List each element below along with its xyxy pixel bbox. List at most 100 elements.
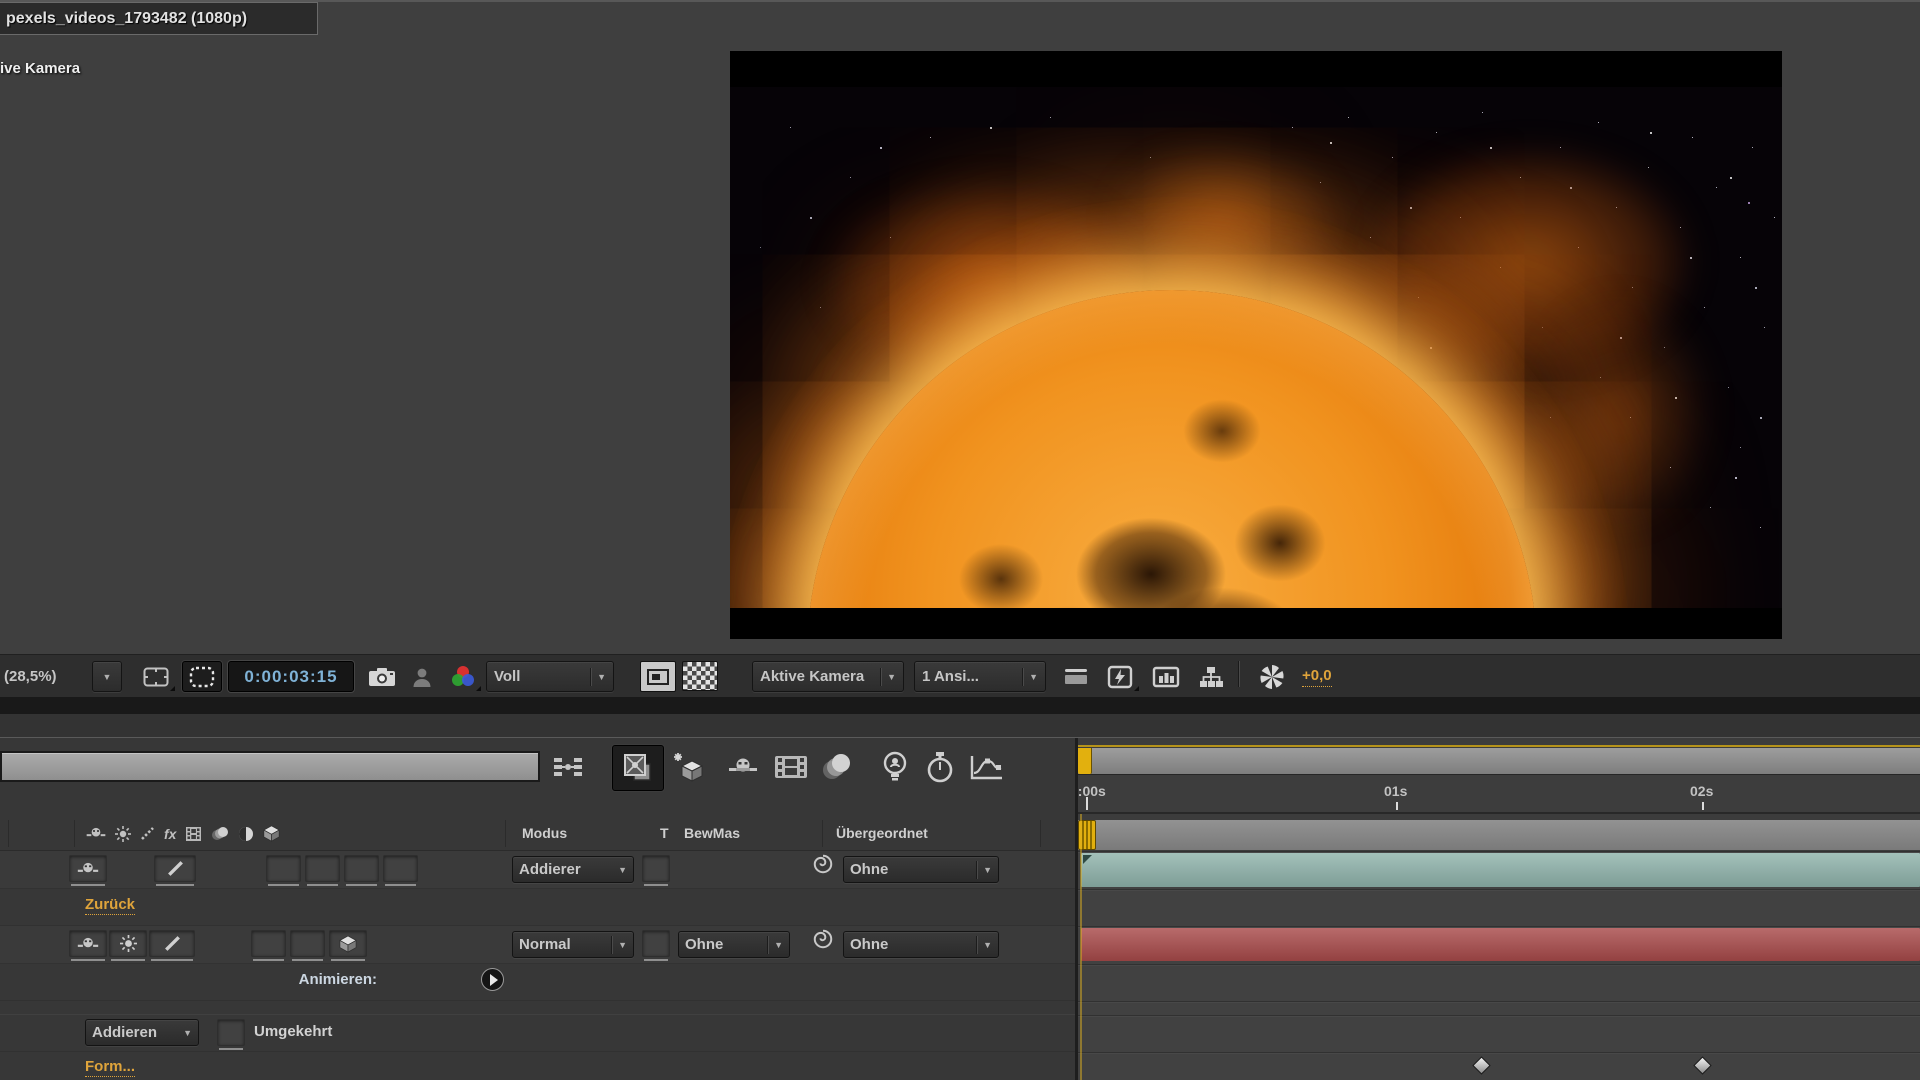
ruler-tickmark	[1086, 797, 1088, 810]
quality-switch[interactable]	[150, 931, 194, 956]
shy-switch[interactable]	[70, 931, 106, 956]
dropdown-separator	[880, 668, 881, 686]
composition-tab-title: pexels_videos_1793482 (1080p)	[6, 10, 247, 28]
mask-row[interactable]: Addieren ▼ Umgekehrt	[0, 1015, 1075, 1052]
shy-guy-icon	[77, 861, 99, 877]
live-update-button[interactable]	[612, 745, 664, 791]
parent-dropdown[interactable]: Ohne ▼	[843, 856, 999, 883]
chevron-down-icon: ▼	[597, 672, 606, 682]
chevron-down-icon: ▼	[183, 1028, 192, 1038]
mask-path-row[interactable]: Form...	[0, 1052, 1075, 1080]
frame-blend-switch[interactable]	[252, 931, 285, 956]
motion-blur-button[interactable]	[816, 747, 858, 787]
keyframe-diamond[interactable]	[1473, 1056, 1491, 1074]
timeline-search-field[interactable]	[0, 751, 540, 782]
adjust-exposure-button[interactable]	[1250, 661, 1294, 692]
motion-blur-switch[interactable]	[291, 931, 324, 956]
marquee-icon	[189, 666, 215, 688]
motion-blur-switch[interactable]	[345, 856, 378, 881]
layer-duration-bar-teal[interactable]	[1081, 853, 1920, 887]
3d-switch[interactable]	[384, 856, 417, 881]
brainstorm-button[interactable]	[874, 747, 916, 787]
safe-margins-button[interactable]	[136, 661, 176, 692]
mask-invert-checkbox[interactable]	[218, 1020, 244, 1045]
quality-icon	[167, 860, 184, 877]
parent-pickwhip[interactable]	[812, 928, 834, 955]
comp-flowchart-button[interactable]	[1192, 661, 1230, 692]
layer-duration-bar-red[interactable]	[1081, 928, 1920, 961]
pickwhip-icon	[812, 853, 834, 875]
animate-label: Animieren:	[299, 971, 377, 988]
comp-mini-flowchart-button[interactable]	[548, 747, 588, 787]
composition-viewport[interactable]	[730, 51, 1782, 639]
text-animator-row[interactable]: Animieren:	[0, 964, 1075, 1001]
lightbulb-icon	[880, 751, 910, 783]
blend-mode-dropdown[interactable]: Addierer ▼	[512, 856, 634, 883]
chevron-down-icon: ▼	[618, 940, 627, 950]
frame-blend-switch[interactable]	[306, 856, 339, 881]
3d-view-dropdown[interactable]: Aktive Kamera ▼	[752, 661, 904, 692]
mask-path-value[interactable]: Form...	[85, 1058, 135, 1077]
live-update-icon	[622, 752, 654, 784]
3d-switch[interactable]	[330, 931, 366, 956]
column-track-matte[interactable]: BewMas	[684, 825, 740, 841]
column-separator	[822, 820, 823, 847]
view-layout-dropdown[interactable]: 1 Ansi... ▼	[914, 661, 1046, 692]
column-separator	[8, 820, 9, 847]
chevron-down-icon: ▼	[887, 672, 896, 682]
draft-3d-button[interactable]	[666, 747, 710, 787]
auto-keyframe-button[interactable]	[920, 747, 960, 787]
timecode-button[interactable]: 0:00:03:15	[228, 661, 354, 692]
show-snapshot-button[interactable]	[406, 661, 438, 692]
graph-editor-button[interactable]	[964, 747, 1010, 787]
column-preserve-transparency[interactable]: T	[660, 825, 669, 841]
dropdown-separator	[976, 861, 977, 879]
property-row-reverse[interactable]: Zurück	[0, 889, 1075, 926]
parent-value: Ohne	[850, 861, 970, 878]
pixel-aspect-correction-button[interactable]	[1146, 661, 1186, 692]
preserve-transparency-checkbox[interactable]	[643, 931, 669, 956]
ruler-tick-2s: 02s	[1690, 783, 1713, 799]
parent-dropdown[interactable]: Ohne ▼	[843, 931, 999, 958]
resolution-dropdown[interactable]: Voll ▼	[486, 661, 614, 692]
panel-divider-dark[interactable]	[0, 697, 1920, 714]
shy-switch[interactable]	[70, 856, 106, 881]
quality-switch[interactable]	[155, 856, 195, 881]
preserve-transparency-checkbox[interactable]	[643, 856, 669, 881]
column-parent[interactable]: Übergeordnet	[836, 825, 928, 841]
pixel-aspect-icon	[1152, 666, 1180, 688]
track-matte-dropdown[interactable]: Ohne ▼	[678, 931, 790, 958]
motion-blur-icon	[820, 752, 854, 782]
switch-column-icons: fx	[86, 825, 280, 842]
work-area-bar[interactable]	[1078, 820, 1920, 850]
exposure-value[interactable]: +0,0	[1302, 661, 1332, 692]
fast-previews-button[interactable]	[1100, 661, 1140, 692]
zoom-dropdown-button[interactable]: ▼	[92, 661, 122, 692]
parent-pickwhip[interactable]	[812, 853, 834, 880]
keyframe-diamond[interactable]	[1693, 1056, 1711, 1074]
fx-switch[interactable]	[267, 856, 300, 881]
layer-row-2[interactable]: Normal ▼ Ohne ▼ Ohne ▼	[0, 926, 1075, 964]
blend-mode-dropdown[interactable]: Normal ▼	[512, 931, 634, 958]
time-navigator-bar[interactable]	[1078, 748, 1920, 775]
column-mode[interactable]: Modus	[522, 825, 567, 841]
channel-settings-button[interactable]	[444, 661, 482, 692]
time-ruler[interactable]: 0:00s 01s 02s	[1078, 775, 1920, 814]
layer-row-1[interactable]: Addierer ▼ Ohne ▼	[0, 851, 1075, 889]
blend-mode-value: Addierer	[519, 861, 612, 878]
mask-mode-dropdown[interactable]: Addieren ▼	[85, 1019, 199, 1046]
region-of-interest-button[interactable]	[640, 661, 676, 692]
hide-shy-layers-button[interactable]	[724, 747, 762, 787]
zoom-level-value[interactable]: (28,5%)	[4, 661, 57, 692]
mask-visibility-button[interactable]	[182, 661, 222, 692]
composition-tab[interactable]: pexels_videos_1793482 (1080p)	[0, 2, 318, 35]
blend-mode-value: Normal	[519, 936, 605, 953]
snapshot-button[interactable]	[362, 661, 402, 692]
navigator-start-marker[interactable]	[1078, 748, 1092, 774]
frame-blending-button[interactable]	[768, 747, 814, 787]
animate-menu-button[interactable]	[481, 968, 504, 991]
transparency-grid-button[interactable]	[682, 661, 718, 691]
toggle-viewer-lock-button[interactable]	[1058, 661, 1094, 692]
collapse-switch[interactable]	[110, 931, 146, 956]
reverse-property-value[interactable]: Zurück	[85, 896, 135, 915]
